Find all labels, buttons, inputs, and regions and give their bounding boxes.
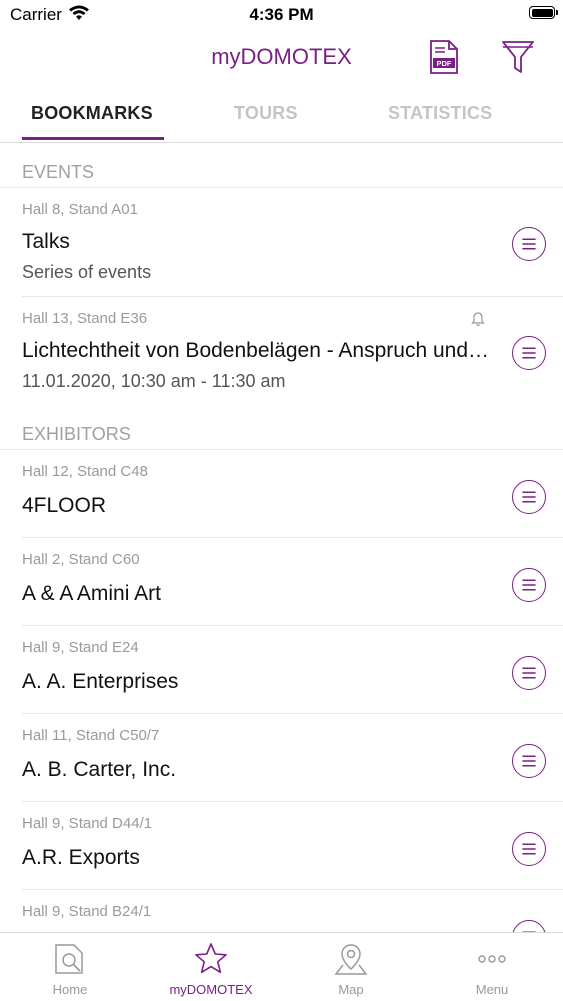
list-menu-icon[interactable]	[512, 744, 546, 778]
item-subtitle: Series of events	[22, 262, 152, 282]
tab-statistics[interactable]: STATISTICS	[388, 103, 492, 124]
item-name: Talks	[22, 230, 70, 253]
tabbar-label: myDOMOTEX	[169, 982, 253, 997]
item-name: A.R. Exports	[22, 846, 140, 869]
filter-icon[interactable]	[501, 39, 535, 75]
tabbar-label: Map	[338, 982, 364, 997]
list-item[interactable]: Hall 2, Stand C60 A & A Amini Art	[0, 537, 563, 625]
stand-location: Hall 11, Stand C50/7	[22, 727, 160, 744]
stand-location: Hall 12, Stand C48	[22, 463, 148, 480]
svg-text:PDF: PDF	[437, 59, 452, 68]
list-menu-icon[interactable]	[512, 832, 546, 866]
list-item[interactable]: Hall 9, Stand B24/1	[0, 889, 563, 932]
list-item[interactable]: Hall 8, Stand A01 Talks Series of events	[0, 187, 563, 296]
stand-location: Hall 9, Stand D44/1	[22, 815, 153, 832]
page-title: myDOMOTEX	[211, 44, 352, 69]
list-item[interactable]: Hall 11, Stand C50/7 A. B. Carter, Inc.	[0, 713, 563, 801]
stand-location: Hall 9, Stand B24/1	[22, 903, 152, 920]
list-menu-icon[interactable]	[512, 568, 546, 602]
tab-bookmarks[interactable]: BOOKMARKS	[31, 103, 153, 124]
list-menu-icon[interactable]	[512, 920, 546, 932]
nav-bar: myDOMOTEX PDF	[0, 30, 563, 86]
tabbar-item-map[interactable]: Map	[281, 933, 421, 1001]
stand-location: Hall 13, Stand E36	[22, 310, 148, 327]
more-dots-icon	[478, 955, 506, 963]
star-icon	[195, 943, 227, 974]
battery-icon	[529, 6, 558, 19]
home-search-icon	[55, 944, 83, 974]
stand-location: Hall 9, Stand E24	[22, 639, 139, 656]
list-item[interactable]: Hall 13, Stand E36 Lichtechtheit von Bod…	[0, 296, 563, 405]
segmented-tabs: BOOKMARKS TOURS STATISTICS	[0, 86, 563, 143]
tabbar-item-home[interactable]: Home	[0, 933, 140, 1001]
stand-location: Hall 8, Stand A01	[22, 201, 138, 218]
list-menu-icon[interactable]	[512, 227, 546, 261]
item-name: A. B. Carter, Inc.	[22, 758, 177, 781]
tabbar-label: Menu	[475, 982, 509, 997]
list-item[interactable]: Hall 12, Stand C48 4FLOOR	[0, 449, 563, 537]
bell-icon	[471, 312, 485, 327]
list-menu-icon[interactable]	[512, 336, 546, 370]
section-header-events: EVENTS	[22, 162, 95, 182]
item-name: 4FLOOR	[22, 494, 107, 517]
stand-location: Hall 2, Stand C60	[22, 551, 140, 568]
tabbar-item-menu[interactable]: Menu	[422, 933, 562, 1001]
clock: 4:36 PM	[249, 5, 314, 24]
active-tab-indicator	[22, 137, 164, 140]
list-item[interactable]: Hall 9, Stand E24 A. A. Enterprises	[0, 625, 563, 713]
list-item[interactable]: Hall 9, Stand D44/1 A.R. Exports	[0, 801, 563, 889]
tab-tours[interactable]: TOURS	[234, 103, 298, 124]
tabbar-item-mydomotex[interactable]: myDOMOTEX	[141, 933, 281, 1001]
item-name: A & A Amini Art	[22, 582, 161, 605]
item-name: A. A. Enterprises	[22, 670, 179, 693]
list-menu-icon[interactable]	[512, 480, 546, 514]
list-menu-icon[interactable]	[512, 656, 546, 690]
tabbar-label: Home	[52, 982, 88, 997]
status-bar: Carrier 4:36 PM	[0, 0, 563, 30]
item-name: Lichtechtheit von Bodenbelägen - Anspruc…	[22, 339, 492, 362]
pdf-icon[interactable]: PDF	[428, 39, 460, 75]
bottom-tab-bar: Home myDOMOTEX Map Menu	[0, 932, 563, 1001]
map-pin-icon	[334, 944, 368, 975]
section-header-exhibitors: EXHIBITORS	[22, 424, 131, 444]
item-subtitle: 11.01.2020, 10:30 am - 11:30 am	[22, 371, 286, 391]
